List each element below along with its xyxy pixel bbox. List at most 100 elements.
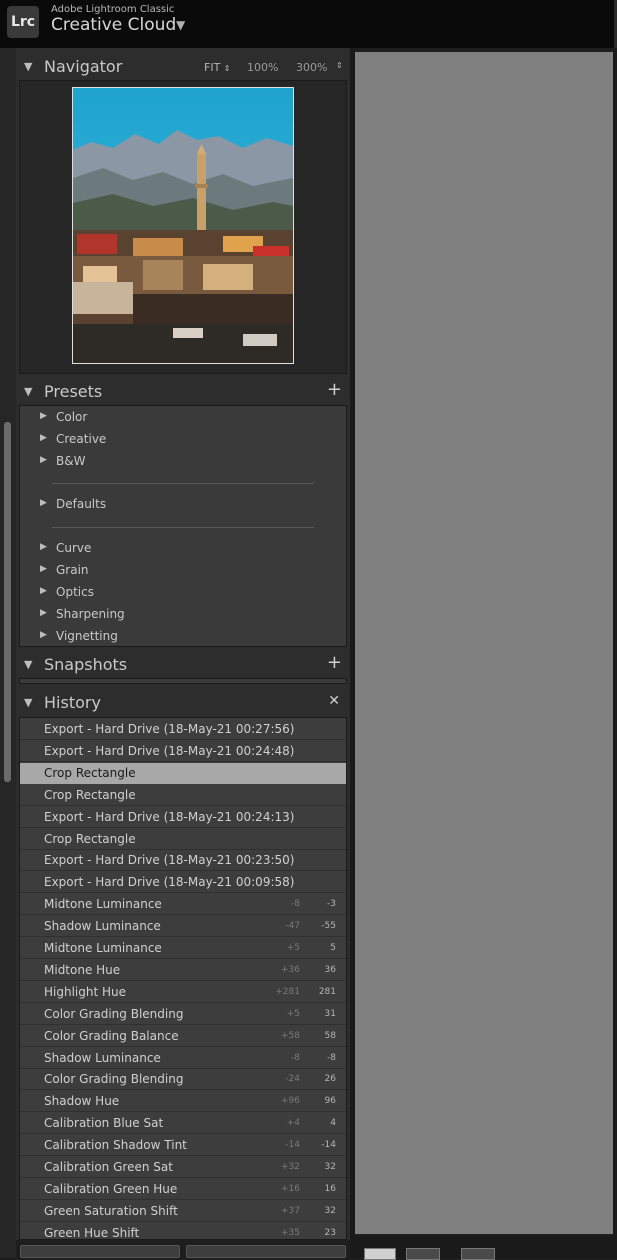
- scrollbar-thumb[interactable]: [4, 422, 11, 782]
- history-step-label: Shadow Luminance: [44, 1050, 161, 1065]
- add-snapshot-plus-icon[interactable]: +: [327, 652, 342, 673]
- history-step-label: Export - Hard Drive (18-May-21 00:27:56): [44, 722, 295, 736]
- history-step-delta: -14: [285, 1140, 300, 1151]
- collapse-triangle-icon[interactable]: ▼: [24, 696, 32, 709]
- history-step-value: 58: [324, 1030, 336, 1041]
- lightroom-logo: Lrc: [7, 6, 39, 38]
- preset-group-grain[interactable]: ▶ Grain: [19, 560, 347, 582]
- preset-group-bw[interactable]: ▶ B&W: [19, 451, 347, 473]
- history-step-label: Shadow Luminance: [44, 919, 161, 934]
- history-step-delta: +36: [281, 964, 300, 975]
- history-step-delta: -24: [285, 1074, 300, 1085]
- history-step-delta: +4: [286, 1118, 300, 1129]
- history-row[interactable]: Export - Hard Drive (18-May-21 00:27:56): [20, 719, 346, 740]
- history-row[interactable]: Export - Hard Drive (18-May-21 00:23:50): [20, 850, 346, 872]
- history-row[interactable]: Crop Rectangle: [20, 785, 346, 806]
- expand-triangle-icon[interactable]: ▶: [40, 411, 47, 421]
- survey-view-button[interactable]: [461, 1248, 495, 1260]
- history-row[interactable]: Crop Rectangle: [20, 762, 346, 784]
- zoom-fit-button[interactable]: FIT ⇕: [204, 61, 231, 74]
- history-row[interactable]: Color Grading Balance +58 58: [20, 1026, 346, 1047]
- history-step-delta: +281: [275, 986, 300, 997]
- preset-group-sharpening[interactable]: ▶ Sharpening: [19, 604, 347, 626]
- preset-group-vignetting[interactable]: ▶ Vignetting: [19, 626, 347, 648]
- history-step-delta: +35: [281, 1227, 300, 1238]
- compare-view-button[interactable]: [406, 1248, 440, 1260]
- history-row[interactable]: Calibration Green Hue +16 16: [20, 1179, 346, 1200]
- triangle-down-icon[interactable]: ▼: [176, 18, 185, 32]
- history-row[interactable]: Shadow Luminance -47 -55: [20, 916, 346, 938]
- history-step-label: Shadow Hue: [44, 1094, 120, 1109]
- history-step-value: -3: [327, 899, 336, 910]
- history-row[interactable]: Green Hue Shift +35 23: [20, 1223, 346, 1240]
- expand-triangle-icon[interactable]: ▶: [40, 498, 47, 508]
- history-step-label: Green Hue Shift: [44, 1225, 140, 1240]
- preset-group-creative[interactable]: ▶ Creative: [19, 429, 347, 451]
- loupe-view-button[interactable]: [364, 1248, 396, 1260]
- collapse-triangle-icon[interactable]: ▼: [24, 60, 32, 73]
- history-step-label: Crop Rectangle: [44, 831, 136, 846]
- left-panel-scrollbar[interactable]: [0, 48, 16, 1258]
- history-row[interactable]: Midtone Luminance +5 5: [20, 938, 346, 959]
- preset-group-label: Creative: [56, 432, 107, 446]
- history-row[interactable]: Export - Hard Drive (18-May-21 00:24:48): [20, 741, 346, 762]
- preset-group-label: Curve: [56, 541, 92, 555]
- preset-group-label: Color: [56, 410, 88, 424]
- account-menu[interactable]: Creative Cloud: [51, 15, 176, 35]
- history-step-delta: -8: [291, 1052, 300, 1063]
- history-row[interactable]: Calibration Green Sat +32 32: [20, 1157, 346, 1178]
- zoom-100-button[interactable]: 100%: [247, 61, 278, 74]
- history-step-delta: +37: [281, 1205, 300, 1216]
- paste-button[interactable]: [186, 1245, 346, 1258]
- updown-arrows-icon: ⇕: [223, 64, 231, 73]
- collapse-triangle-icon[interactable]: ▼: [24, 658, 32, 671]
- preset-group-color[interactable]: ▶ Color: [19, 407, 347, 429]
- history-step-label: Calibration Shadow Tint: [44, 1138, 187, 1153]
- expand-triangle-icon[interactable]: ▶: [40, 586, 47, 596]
- history-row[interactable]: Color Grading Blending -24 26: [20, 1069, 346, 1091]
- add-preset-plus-icon[interactable]: +: [327, 379, 342, 400]
- navigator-header[interactable]: ▼ Navigator FIT ⇕ 100% 300% ⇕: [16, 52, 350, 82]
- preset-group-defaults[interactable]: ▶ Defaults: [19, 494, 347, 516]
- history-header[interactable]: ▼ History ✕: [16, 688, 350, 718]
- history-row[interactable]: Midtone Hue +36 36: [20, 960, 346, 981]
- zoom-300-button[interactable]: 300%: [296, 61, 327, 74]
- updown-arrows-icon[interactable]: ⇕: [336, 61, 343, 70]
- main-image-view[interactable]: [355, 52, 613, 1234]
- snapshots-header[interactable]: ▼ Snapshots +: [16, 650, 350, 680]
- history-row[interactable]: Crop Rectangle: [20, 829, 346, 850]
- history-row[interactable]: Color Grading Blending +5 31: [20, 1004, 346, 1025]
- history-step-value: 32: [324, 1162, 336, 1172]
- preset-group-curve[interactable]: ▶ Curve: [19, 538, 347, 560]
- history-row[interactable]: Export - Hard Drive (18-May-21 00:09:58): [20, 872, 346, 894]
- history-step-delta: +5: [286, 1008, 300, 1019]
- history-row[interactable]: Calibration Blue Sat +4 4: [20, 1113, 346, 1135]
- history-step-value: 26: [324, 1074, 336, 1085]
- copy-button[interactable]: [20, 1245, 180, 1258]
- navigator-thumbnail[interactable]: [72, 87, 294, 364]
- history-step-delta: +16: [281, 1183, 300, 1194]
- history-row[interactable]: Shadow Hue +96 96: [20, 1091, 346, 1113]
- history-step-label: Midtone Luminance: [44, 897, 162, 912]
- presets-header[interactable]: ▼ Presets +: [16, 377, 350, 407]
- history-row[interactable]: Midtone Luminance -8 -3: [20, 894, 346, 916]
- app-title-bar: Lrc Adobe Lightroom Classic Creative Clo…: [0, 0, 617, 48]
- expand-triangle-icon[interactable]: ▶: [40, 630, 47, 640]
- history-title: History: [44, 693, 101, 712]
- history-row[interactable]: Calibration Shadow Tint -14 -14: [20, 1135, 346, 1157]
- history-row[interactable]: Export - Hard Drive (18-May-21 00:24:13): [20, 807, 346, 828]
- preset-separator: [52, 483, 314, 484]
- history-row[interactable]: Highlight Hue +281 281: [20, 982, 346, 1003]
- expand-triangle-icon[interactable]: ▶: [40, 542, 47, 552]
- expand-triangle-icon[interactable]: ▶: [40, 433, 47, 443]
- snapshots-title: Snapshots: [44, 655, 128, 674]
- expand-triangle-icon[interactable]: ▶: [40, 564, 47, 574]
- preset-group-optics[interactable]: ▶ Optics: [19, 582, 347, 604]
- expand-triangle-icon[interactable]: ▶: [40, 455, 47, 465]
- history-step-label: Color Grading Blending: [44, 1006, 184, 1021]
- collapse-triangle-icon[interactable]: ▼: [24, 385, 32, 398]
- clear-history-close-icon[interactable]: ✕: [328, 693, 340, 709]
- history-row[interactable]: Shadow Luminance -8 -8: [20, 1048, 346, 1069]
- history-row[interactable]: Green Saturation Shift +37 32: [20, 1201, 346, 1222]
- expand-triangle-icon[interactable]: ▶: [40, 608, 47, 618]
